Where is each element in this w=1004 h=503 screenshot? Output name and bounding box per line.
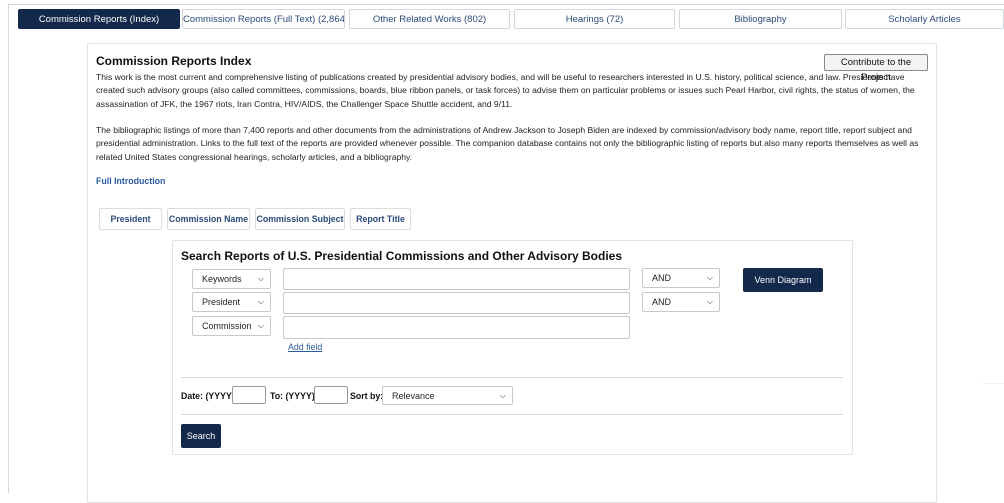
field-select-3[interactable]: Commission ⌵	[192, 316, 271, 336]
full-introduction-link[interactable]: Full Introduction	[96, 176, 165, 186]
chevron-down-icon: ⌵	[257, 274, 264, 283]
divider	[181, 377, 843, 378]
frame-border-left	[8, 4, 9, 493]
sort-select[interactable]: Relevance ⌵	[382, 386, 513, 405]
field-select-3-value: Commission	[202, 321, 252, 331]
venn-diagram-button[interactable]: Venn Diagram	[743, 268, 823, 292]
browse-tab-commission-subject[interactable]: Commission Subject	[255, 208, 345, 230]
chevron-down-icon: ⌵	[706, 297, 713, 306]
tab-bibliography[interactable]: Bibliography	[679, 9, 842, 29]
date-from-input[interactable]	[232, 386, 266, 404]
database-tabs: Commission Reports (Index) Commission Re…	[0, 0, 1004, 40]
contribute-button[interactable]: Contribute to the Project	[824, 54, 928, 83]
browse-tab-report-title[interactable]: Report Title	[350, 208, 411, 230]
chevron-down-icon: ⌵	[706, 273, 713, 282]
chevron-down-icon: ⌵	[257, 321, 264, 330]
operator-select-1-value: AND	[652, 273, 672, 283]
search-input-2[interactable]	[283, 292, 630, 314]
tab-scholarly-articles[interactable]: Scholarly Articles	[845, 9, 1004, 29]
tab-hearings[interactable]: Hearings (72)	[514, 9, 675, 29]
operator-select-2-value: AND	[652, 297, 672, 307]
search-input-3[interactable]	[283, 316, 630, 339]
intro-paragraph-2: The bibliographic listings of more than …	[96, 125, 919, 162]
chevron-down-icon: ⌵	[499, 391, 506, 400]
tab-commission-reports-full-text[interactable]: Commission Reports (Full Text) (2,864)	[182, 9, 345, 29]
date-from-label: Date: (YYYY)	[181, 391, 235, 401]
search-input-1[interactable]	[283, 268, 630, 290]
tab-commission-reports-index[interactable]: Commission Reports (Index)	[18, 9, 180, 29]
sort-by-label: Sort by:	[350, 391, 384, 401]
add-field-link[interactable]: Add field	[288, 342, 322, 352]
tab-other-related-works[interactable]: Other Related Works (802)	[349, 9, 510, 29]
date-to-input[interactable]	[314, 386, 348, 404]
search-title: Search Reports of U.S. Presidential Comm…	[181, 249, 622, 263]
field-select-1[interactable]: Keywords ⌵	[192, 269, 271, 289]
date-to-label: To: (YYYY)	[270, 391, 315, 401]
browse-tab-commission-name[interactable]: Commission Name	[167, 208, 250, 230]
divider	[983, 383, 1004, 384]
chevron-down-icon: ⌵	[257, 297, 264, 306]
field-select-2[interactable]: President ⌵	[192, 292, 271, 312]
sort-select-value: Relevance	[392, 391, 435, 401]
divider	[181, 414, 843, 415]
operator-select-1[interactable]: AND ⌵	[642, 268, 720, 288]
page-title: Commission Reports Index	[96, 54, 252, 68]
field-select-2-value: President	[202, 297, 241, 307]
search-button[interactable]: Search	[181, 424, 221, 448]
browse-tab-president[interactable]: President	[99, 208, 162, 230]
field-select-1-value: Keywords	[202, 274, 242, 284]
operator-select-2[interactable]: AND ⌵	[642, 292, 720, 312]
intro-paragraph-1: This work is the most current and compre…	[96, 72, 915, 109]
